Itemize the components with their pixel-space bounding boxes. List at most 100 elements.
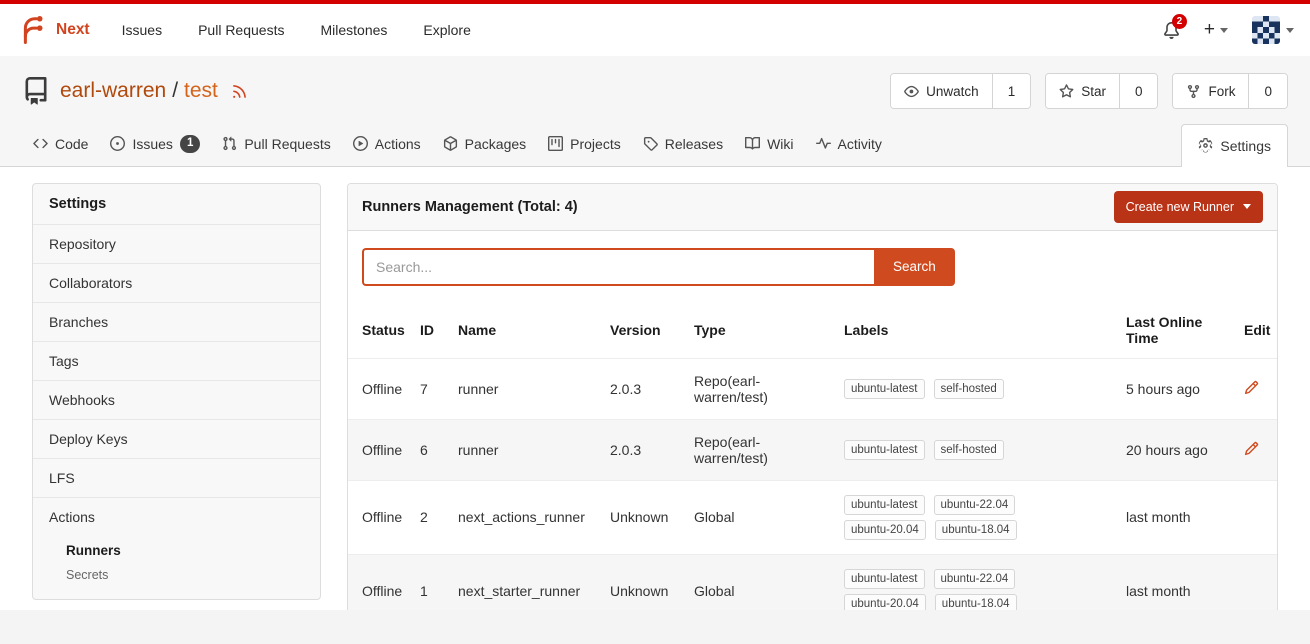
labels-cell: ubuntu-latestself-hosted — [836, 419, 1118, 480]
sidebar-subitem-runners[interactable]: Runners — [33, 538, 320, 563]
runners-table-head-row: StatusIDNameVersionTypeLabelsLast Online… — [348, 302, 1278, 359]
play-icon — [353, 136, 368, 151]
navbar-right: 2 + — [1163, 16, 1294, 44]
repo-tabs: CodeIssues1 Pull Requests Actions Packages P… — [22, 122, 893, 166]
search-button[interactable]: Search — [874, 248, 955, 286]
main-content: Settings RepositoryCollaboratorsBranches… — [0, 167, 1310, 610]
nav-item-pull-requests[interactable]: Pull Requests — [198, 22, 284, 38]
labels-list: ubuntu-latestself-hosted — [844, 379, 1039, 399]
type-cell: Global — [686, 554, 836, 610]
create-runner-button[interactable]: Create new Runner — [1114, 191, 1263, 223]
edit-runner-button[interactable] — [1244, 441, 1259, 456]
sidebar-item-tags[interactable]: Tags — [33, 341, 320, 380]
tab-code[interactable]: Code — [22, 122, 99, 166]
column-header-labels: Labels — [836, 302, 1118, 359]
sidebar-item-deploy-keys[interactable]: Deploy Keys — [33, 419, 320, 458]
id-cell: 7 — [412, 358, 450, 419]
chevron-down-icon — [1286, 28, 1294, 33]
sidebar-item-repository[interactable]: Repository — [33, 224, 320, 263]
tab-label: Actions — [375, 136, 421, 152]
notifications-button[interactable]: 2 — [1163, 22, 1180, 39]
book-icon — [745, 136, 760, 151]
unwatch-button[interactable]: Unwatch — [891, 74, 992, 108]
star-icon — [1059, 84, 1074, 99]
star-button[interactable]: Star — [1046, 74, 1119, 108]
edit-cell — [1236, 554, 1278, 610]
sidebar-item-branches[interactable]: Branches — [33, 302, 320, 341]
column-header-version: Version — [602, 302, 686, 359]
gear-icon — [1198, 138, 1213, 153]
runners-table: StatusIDNameVersionTypeLabelsLast Online… — [348, 302, 1278, 610]
runner-row: Offline2next_actions_runnerUnknownGlobal… — [348, 480, 1278, 554]
tab-pull-requests[interactable]: Pull Requests — [211, 122, 341, 166]
runner-label-badge: ubuntu-22.04 — [934, 569, 1016, 589]
rss-feed-button[interactable] — [228, 83, 248, 100]
tab-projects[interactable]: Projects — [537, 122, 632, 166]
runner-row: Offline1next_starter_runnerUnknownGlobal… — [348, 554, 1278, 610]
column-header-last-online-time: Last Online Time — [1118, 302, 1236, 359]
id-cell: 6 — [412, 419, 450, 480]
sidebar-item-collaborators[interactable]: Collaborators — [33, 263, 320, 302]
last-online-cell: 5 hours ago — [1118, 358, 1236, 419]
repo-name-link[interactable]: test — [184, 79, 218, 103]
sidebar-item-actions[interactable]: Actions — [33, 497, 320, 536]
create-new-menu[interactable]: + — [1204, 19, 1228, 41]
fork-button[interactable]: Fork — [1173, 74, 1248, 108]
last-online-cell: last month — [1118, 554, 1236, 610]
issue-opened-icon — [110, 136, 125, 151]
pencil-icon — [1244, 380, 1259, 395]
nav-item-milestones[interactable]: Milestones — [320, 22, 387, 38]
fork-count[interactable]: 0 — [1248, 74, 1287, 108]
status-cell: Offline — [348, 358, 412, 419]
package-icon — [443, 136, 458, 151]
tab-label: Pull Requests — [244, 136, 330, 152]
last-online-cell: last month — [1118, 480, 1236, 554]
edit-cell — [1236, 419, 1278, 480]
search-bar: Search — [348, 231, 1277, 298]
notification-count-badge: 2 — [1172, 14, 1187, 29]
labels-list: ubuntu-latestubuntu-22.04ubuntu-20.04ubu… — [844, 569, 1039, 610]
labels-cell: ubuntu-latestubuntu-22.04ubuntu-20.04ubu… — [836, 480, 1118, 554]
tab-releases[interactable]: Releases — [632, 122, 734, 166]
tab-label: Activity — [838, 136, 882, 152]
actions-submenu: RunnersSecrets — [33, 536, 320, 599]
tab-label: Settings — [1220, 138, 1271, 154]
repo-owner-link[interactable]: earl-warren — [60, 79, 166, 103]
repo-header-band: earl-warren / test Unwatch1Star0Fork0 Co… — [0, 56, 1310, 167]
eye-icon — [904, 84, 919, 99]
page: Next Issues Pull Requests Milestones Explor… — [0, 0, 1310, 644]
user-menu[interactable] — [1252, 16, 1294, 44]
type-cell: Repo(earl-warren/test) — [686, 419, 836, 480]
fork-icon — [1186, 84, 1201, 99]
issues-count-badge: 1 — [180, 135, 200, 153]
star-count[interactable]: 0 — [1119, 74, 1158, 108]
settings-menu-header: Settings — [33, 184, 320, 224]
git-pull-request-icon — [222, 136, 237, 151]
tab-issues[interactable]: Issues1 — [99, 122, 211, 166]
sidebar-item-lfs[interactable]: LFS — [33, 458, 320, 497]
unwatch-count[interactable]: 1 — [992, 74, 1031, 108]
sidebar-item-webhooks[interactable]: Webhooks — [33, 380, 320, 419]
nav-item-issues[interactable]: Issues — [122, 22, 162, 38]
tab-packages[interactable]: Packages — [432, 122, 537, 166]
tab-label: Packages — [465, 136, 526, 152]
fork-button-group: Fork0 — [1172, 73, 1288, 109]
unwatch-button-group: Unwatch1 — [890, 73, 1031, 109]
forgejo-logo-icon[interactable] — [16, 15, 46, 45]
tab-settings[interactable]: Settings — [1181, 124, 1288, 167]
brand-link[interactable]: Next — [56, 21, 90, 39]
labels-cell: ubuntu-latestself-hosted — [836, 358, 1118, 419]
sidebar-subitem-secrets[interactable]: Secrets — [33, 563, 320, 587]
column-header-edit: Edit — [1236, 302, 1278, 359]
tab-actions[interactable]: Actions — [342, 122, 432, 166]
pencil-icon — [1244, 441, 1259, 456]
edit-cell — [1236, 358, 1278, 419]
search-input[interactable] — [362, 248, 874, 286]
plus-icon: + — [1204, 19, 1215, 41]
tab-activity[interactable]: Activity — [805, 122, 893, 166]
tab-wiki[interactable]: Wiki — [734, 122, 804, 166]
edit-runner-button[interactable] — [1244, 380, 1259, 395]
tab-label: Projects — [570, 136, 621, 152]
nav-item-explore[interactable]: Explore — [423, 22, 470, 38]
runner-row: Offline7runner2.0.3Repo(earl-warren/test… — [348, 358, 1278, 419]
